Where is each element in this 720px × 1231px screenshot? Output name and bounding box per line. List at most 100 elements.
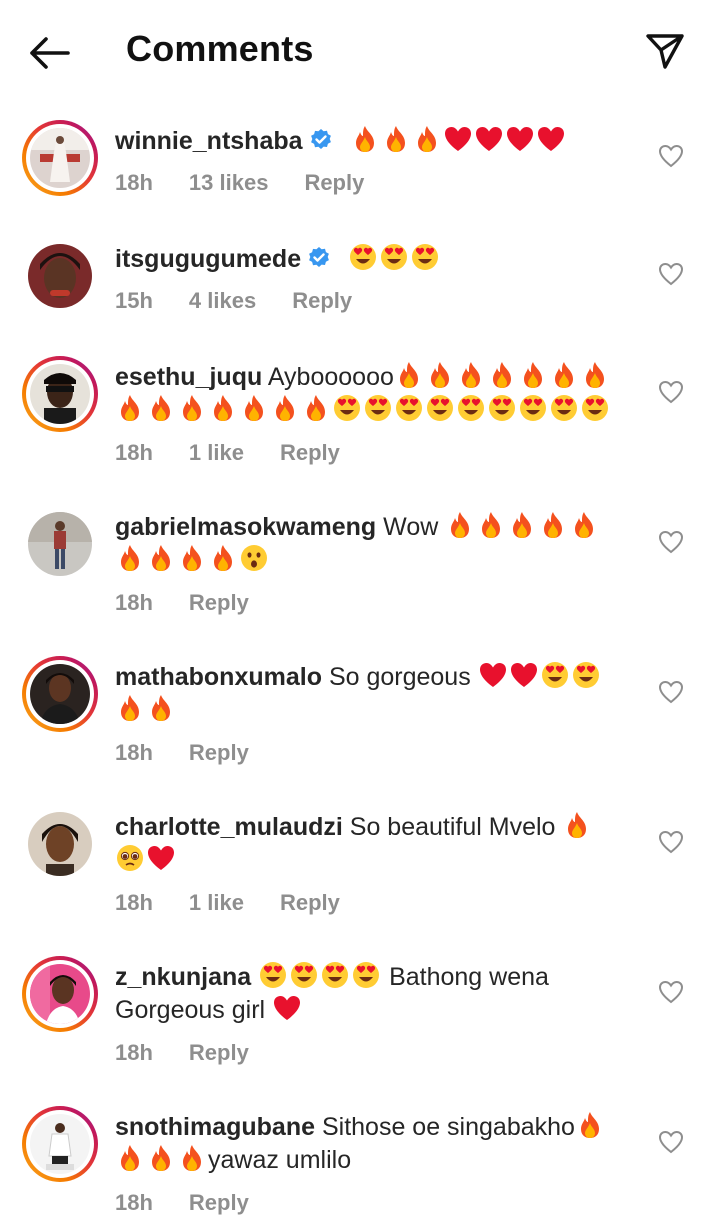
comment-text: snothimagubane Sithose oe singabakho yawa… (115, 1110, 635, 1176)
astonished-face-icon (239, 543, 269, 573)
header: Comments (0, 0, 720, 100)
fire-icon (270, 393, 300, 423)
comment-time: 18h (115, 170, 153, 195)
reply-button[interactable]: Reply (280, 890, 340, 915)
comment-meta: 18h Reply (115, 1040, 285, 1066)
username[interactable]: winnie_ntshaba (115, 127, 303, 155)
heart-eyes-icon (348, 242, 378, 272)
fire-icon (301, 393, 331, 423)
avatar[interactable] (22, 1106, 98, 1182)
comment-item: z_nkunjana Bathong wena Gorgeous girl 18… (0, 944, 720, 1094)
back-arrow-icon[interactable] (26, 30, 72, 76)
avatar[interactable] (22, 656, 98, 732)
username[interactable]: z_nkunjana (115, 963, 251, 991)
fire-icon (580, 360, 610, 390)
like-heart-icon[interactable] (658, 529, 684, 555)
reply-button[interactable]: Reply (280, 440, 340, 465)
username[interactable]: itsgugugumede (115, 245, 301, 273)
avatar[interactable] (22, 956, 98, 1032)
fire-icon (487, 360, 517, 390)
avatar[interactable] (22, 120, 98, 196)
comment-time: 15h (115, 288, 153, 313)
comment-meta: 18h 1 like Reply (115, 890, 376, 916)
avatar[interactable] (22, 356, 98, 432)
red-heart-icon (272, 993, 302, 1023)
paper-plane-icon[interactable] (644, 30, 686, 72)
red-heart-icon (536, 124, 566, 154)
username[interactable]: snothimagubane (115, 1113, 315, 1141)
reply-button[interactable]: Reply (189, 740, 249, 765)
red-heart-icon (505, 124, 535, 154)
avatar[interactable] (22, 238, 98, 314)
fire-icon (350, 124, 380, 154)
comment-item: esethu_juqu Ayboooooo 18h 1 like Reply (0, 344, 720, 494)
comment-item: winnie_ntshaba 18h 13 likes Reply (0, 108, 720, 226)
fire-icon (412, 124, 442, 154)
like-heart-icon[interactable] (658, 679, 684, 705)
fire-icon (239, 393, 269, 423)
red-heart-icon (478, 660, 508, 690)
red-heart-icon (509, 660, 539, 690)
comment-text: winnie_ntshaba (115, 124, 635, 157)
like-count[interactable]: 1 like (189, 890, 244, 915)
like-heart-icon[interactable] (658, 1129, 684, 1155)
like-heart-icon[interactable] (658, 979, 684, 1005)
comment-time: 18h (115, 1190, 153, 1215)
avatar[interactable] (22, 806, 98, 882)
fire-icon (115, 693, 145, 723)
fire-icon (208, 543, 238, 573)
reply-button[interactable]: Reply (189, 1190, 249, 1215)
comment-time: 18h (115, 890, 153, 915)
like-count[interactable]: 1 like (189, 440, 244, 465)
heart-eyes-icon (425, 393, 455, 423)
like-heart-icon[interactable] (658, 829, 684, 855)
comment-time: 18h (115, 740, 153, 765)
fire-icon (518, 360, 548, 390)
like-heart-icon[interactable] (658, 379, 684, 405)
fire-icon (146, 543, 176, 573)
comment-time: 18h (115, 440, 153, 465)
comment-time: 18h (115, 590, 153, 615)
comment-meta: 18h 1 like Reply (115, 440, 376, 466)
comment-body: So beautiful Mvelo (349, 813, 556, 841)
username[interactable]: esethu_juqu (115, 363, 262, 391)
fire-icon (394, 360, 424, 390)
reply-button[interactable]: Reply (304, 170, 364, 195)
like-heart-icon[interactable] (658, 261, 684, 287)
fire-icon (146, 693, 176, 723)
heart-eyes-icon (487, 393, 517, 423)
comment-meta: 18h Reply (115, 740, 285, 766)
comment-text: z_nkunjana Bathong wena Gorgeous girl (115, 960, 635, 1026)
fire-icon (146, 1143, 176, 1173)
comment-meta: 18h Reply (115, 590, 285, 616)
heart-eyes-icon (258, 960, 288, 990)
reply-button[interactable]: Reply (189, 1040, 249, 1065)
comment-item: itsgugugumede 15h 4 likes Reply (0, 226, 720, 344)
username[interactable]: mathabonxumalo (115, 663, 322, 691)
reply-button[interactable]: Reply (189, 590, 249, 615)
avatar[interactable] (22, 506, 98, 582)
heart-eyes-icon (320, 960, 350, 990)
heart-eyes-icon (571, 660, 601, 690)
comment-text: itsgugugumede (115, 242, 635, 275)
fire-icon (177, 1143, 207, 1173)
like-count[interactable]: 13 likes (189, 170, 269, 195)
fire-icon (115, 393, 145, 423)
username[interactable]: charlotte_mulaudzi (115, 813, 343, 841)
comment-text: gabrielmasokwameng Wow (115, 510, 635, 576)
pleading-face-icon (115, 843, 145, 873)
fire-icon (575, 1110, 605, 1140)
heart-eyes-icon (351, 960, 381, 990)
heart-eyes-icon (456, 393, 486, 423)
red-heart-icon (443, 124, 473, 154)
heart-eyes-icon (332, 393, 362, 423)
like-heart-icon[interactable] (658, 143, 684, 169)
comment-text: esethu_juqu Ayboooooo (115, 360, 635, 426)
comment-time: 18h (115, 1040, 153, 1065)
username[interactable]: gabrielmasokwameng (115, 513, 376, 541)
fire-icon (177, 393, 207, 423)
heart-eyes-icon (363, 393, 393, 423)
comment-item: mathabonxumalo So gorgeous 18h Reply (0, 644, 720, 794)
reply-button[interactable]: Reply (292, 288, 352, 313)
like-count[interactable]: 4 likes (189, 288, 256, 313)
